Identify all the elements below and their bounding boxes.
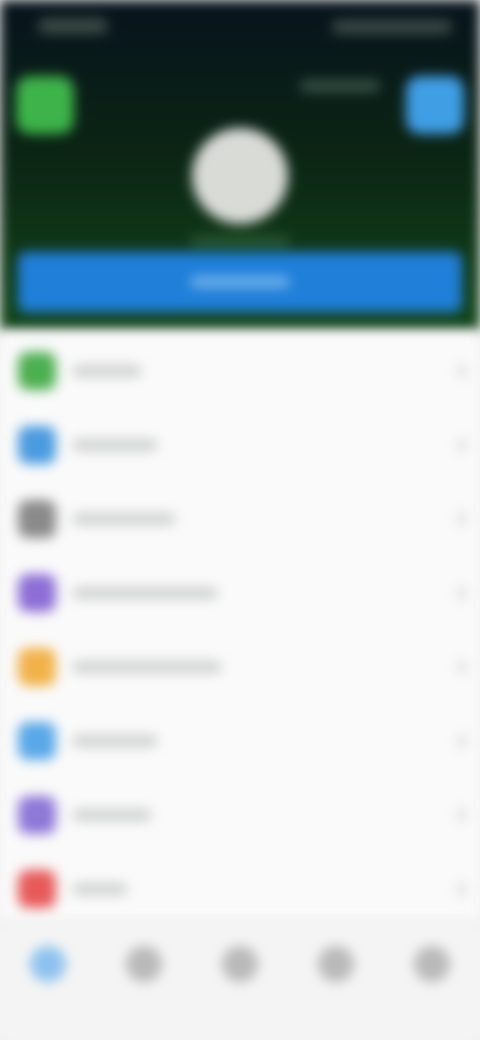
profile-name — [190, 236, 290, 246]
blue-icon — [18, 426, 56, 464]
tab-2-icon — [126, 946, 162, 982]
menu-item-label — [72, 587, 218, 599]
status-bar — [0, 0, 480, 56]
menu-item[interactable] — [0, 556, 480, 630]
green-app-icon[interactable] — [16, 76, 74, 134]
header-caption — [300, 80, 380, 92]
chevron-right-icon — [458, 734, 466, 748]
purple-icon — [18, 574, 56, 612]
chevron-right-icon — [458, 586, 466, 600]
menu-item[interactable] — [0, 852, 480, 926]
violet-icon — [18, 796, 56, 834]
tab-5-icon — [414, 946, 450, 982]
tab-5[interactable] — [408, 940, 456, 1008]
menu-item[interactable] — [0, 408, 480, 482]
blue-app-icon[interactable] — [406, 76, 464, 134]
menu-item[interactable] — [0, 482, 480, 556]
menu-item[interactable] — [0, 334, 480, 408]
chevron-right-icon — [458, 364, 466, 378]
status-icons — [332, 20, 452, 34]
primary-action-button[interactable] — [18, 252, 462, 312]
menu-item-label — [72, 513, 176, 525]
orange-icon — [18, 648, 56, 686]
menu-item-label — [72, 809, 152, 821]
tab-3-icon — [222, 946, 258, 982]
menu-item[interactable] — [0, 778, 480, 852]
red-icon — [18, 870, 56, 908]
status-time — [38, 18, 108, 34]
menu-item-label — [72, 365, 142, 377]
tab-4-icon — [318, 946, 354, 982]
menu-list — [0, 334, 480, 920]
bottom-tab-bar — [0, 924, 480, 1040]
tab-3[interactable] — [216, 940, 264, 1008]
menu-item-label — [72, 661, 222, 673]
menu-item[interactable] — [0, 630, 480, 704]
chevron-right-icon — [458, 512, 466, 526]
chevron-right-icon — [458, 438, 466, 452]
tab-home[interactable] — [24, 940, 72, 1008]
menu-item-label — [72, 883, 128, 895]
chevron-right-icon — [458, 660, 466, 674]
light-blue-icon — [18, 722, 56, 760]
menu-item-label — [72, 439, 158, 451]
primary-action-label — [190, 276, 290, 288]
green-icon — [18, 352, 56, 390]
chevron-right-icon — [458, 808, 466, 822]
menu-item-label — [72, 735, 158, 747]
tab-4[interactable] — [312, 940, 360, 1008]
chevron-right-icon — [458, 882, 466, 896]
profile-avatar-icon[interactable] — [192, 128, 288, 224]
tab-2[interactable] — [120, 940, 168, 1008]
home-tab-icon — [30, 946, 66, 982]
gray-icon — [18, 500, 56, 538]
profile-header — [0, 0, 480, 330]
menu-item[interactable] — [0, 704, 480, 778]
